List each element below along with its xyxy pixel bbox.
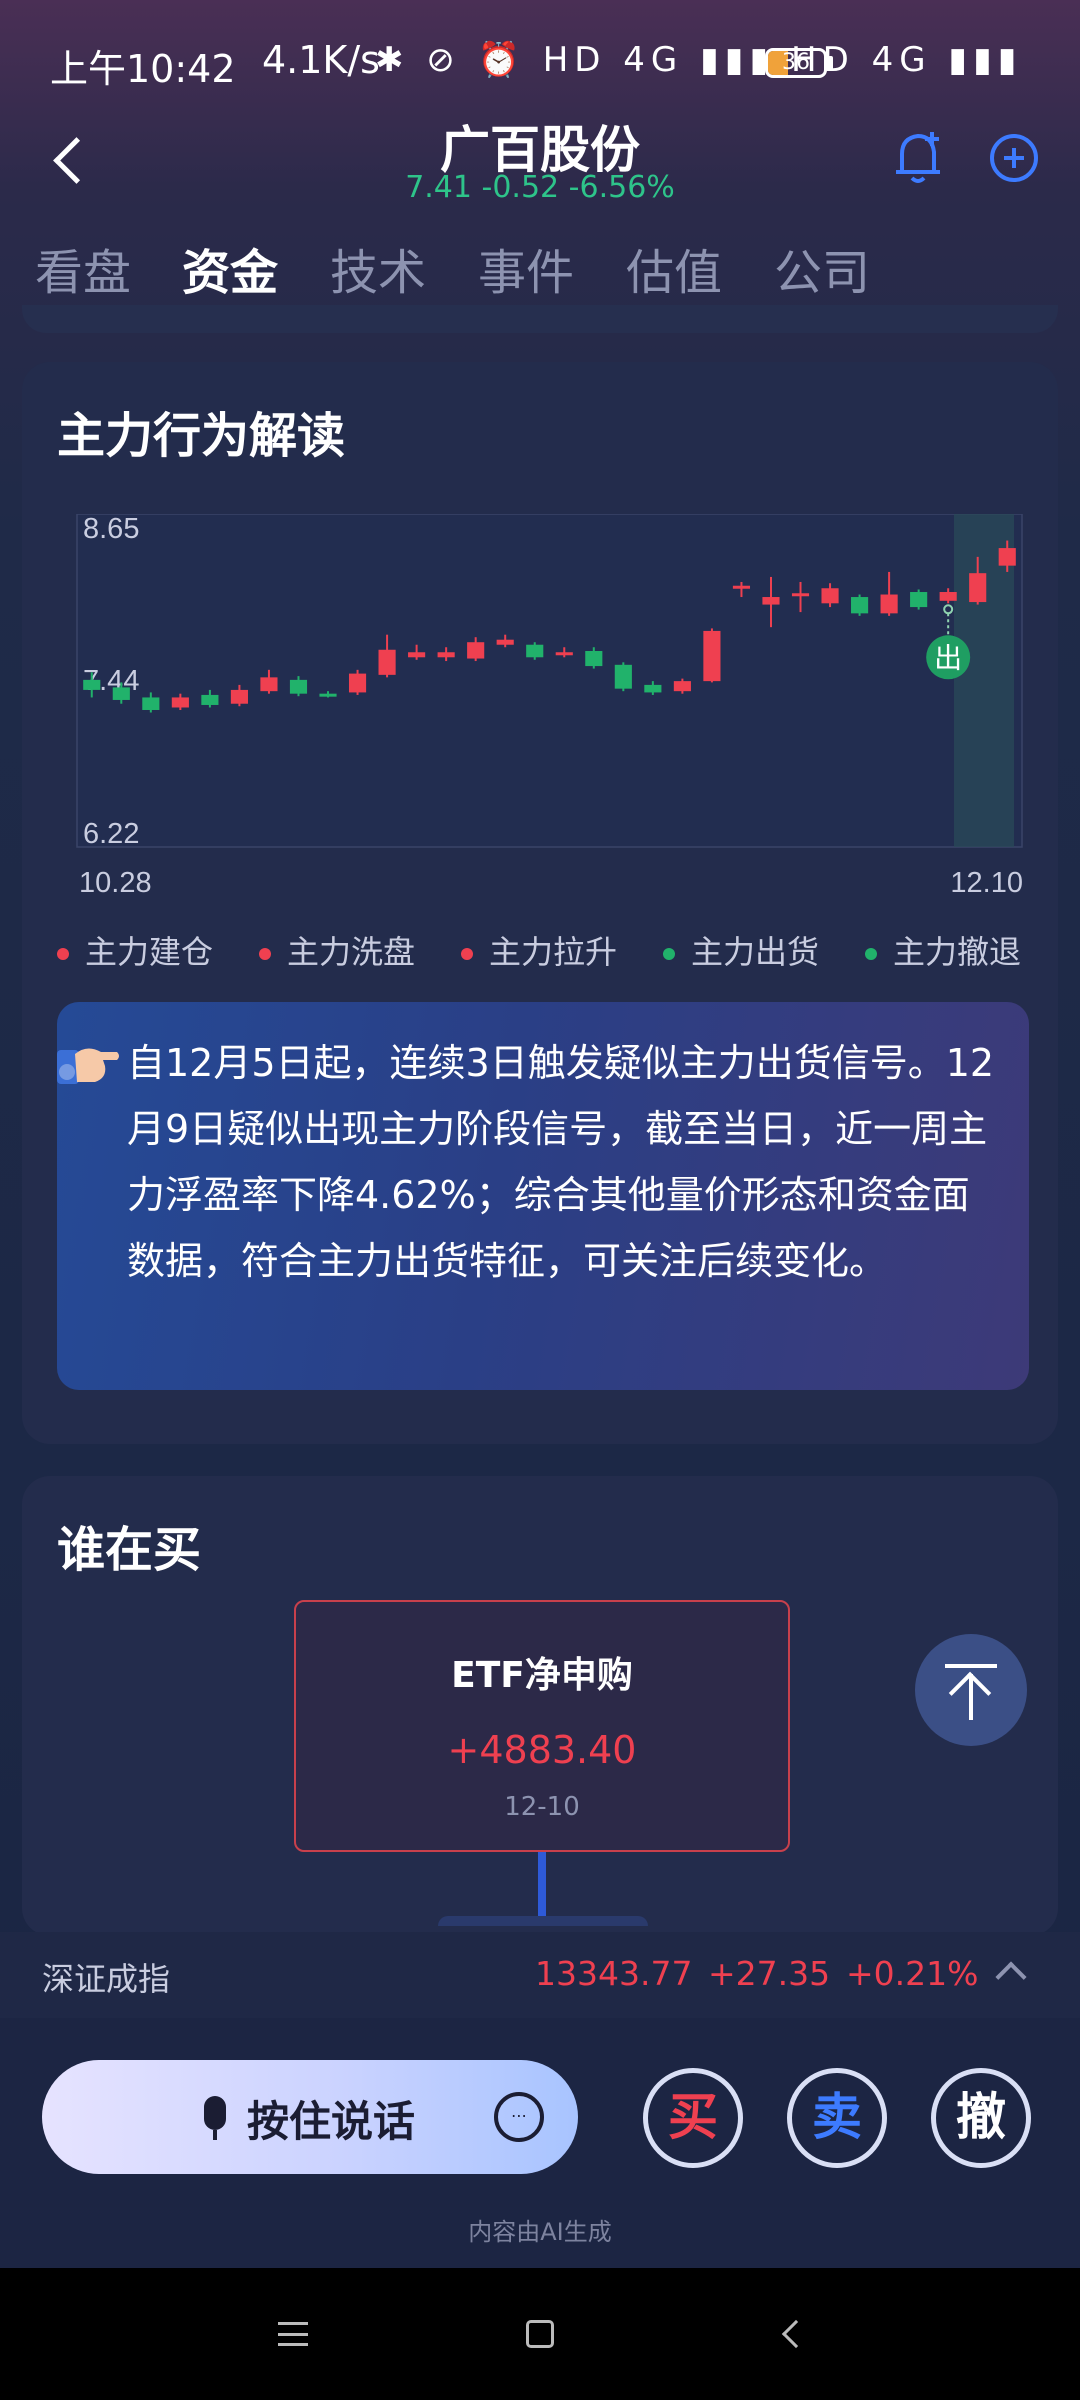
candle-body — [910, 592, 928, 608]
stock-header: 广百股份 7.41 -0.52 -6.56% — [0, 110, 1080, 210]
candle-body — [260, 677, 278, 692]
ai-generated-note: 内容由AI生成 — [468, 2218, 612, 2246]
nav-back-icon[interactable] — [781, 2319, 811, 2349]
tab-guzhi[interactable]: 估值 — [626, 233, 722, 303]
index-change: +27.35 — [708, 1954, 831, 1993]
flow-child-node — [438, 1916, 648, 1926]
scroll-top-button[interactable] — [915, 1634, 1027, 1746]
system-nav-bar — [0, 2268, 1080, 2400]
bottom-action-bar: 按住说话 ⋯ 买 卖 撤 内容由AI生成 — [0, 2018, 1080, 2268]
candle-body — [348, 673, 367, 693]
candle-body — [673, 681, 691, 692]
menu-icon[interactable] — [278, 2322, 308, 2346]
chart-plot-area — [76, 513, 1023, 848]
candle-body — [378, 649, 396, 675]
add-icon[interactable] — [990, 134, 1038, 182]
home-icon[interactable] — [526, 2320, 554, 2348]
sell-button[interactable]: 卖 — [787, 2068, 887, 2168]
buy-button[interactable]: 买 — [643, 2068, 743, 2168]
y-tick-label: 8.65 — [83, 514, 139, 545]
candle-body — [644, 684, 662, 693]
candle-body — [703, 630, 721, 682]
candle-body — [762, 597, 780, 605]
candle-body — [437, 652, 455, 658]
index-value: 13343.77 — [535, 1954, 693, 1993]
who-buys-card: 谁在买 ETF净申购 +4883.40 12-10 — [22, 1476, 1058, 1936]
legend-item: 主力撤退 — [865, 927, 1021, 973]
y-tick-label: 6.22 — [83, 818, 139, 850]
tab-gongsi[interactable]: 公司 — [774, 233, 870, 303]
candle-body — [998, 548, 1016, 566]
candle-body — [496, 639, 514, 645]
main-behavior-card: 主力行为解读 8.65 7.44 6.22 出 10.28 12.10 主力建仓 主… — [22, 362, 1058, 1444]
flow-date: 12-10 — [504, 1792, 580, 1822]
tab-kanpan[interactable]: 看盘 — [35, 233, 131, 303]
chart-legend: 主力建仓 主力洗盘 主力拉升 主力出货 主力撤退 — [57, 927, 1047, 977]
candle-body — [555, 652, 573, 656]
battery-icon: 36 — [765, 48, 827, 78]
candle-body — [83, 679, 101, 690]
battery-tip — [828, 56, 833, 70]
signal-label: 出 — [934, 642, 962, 673]
tab-shijian[interactable]: 事件 — [478, 233, 574, 303]
pointing-hand-icon — [57, 1048, 119, 1084]
microphone-icon — [204, 2096, 226, 2130]
kline-chart[interactable]: 8.65 7.44 6.22 出 10.28 12.10 — [57, 513, 1023, 924]
microphone-stand — [213, 2130, 217, 2140]
candle-body — [408, 652, 426, 658]
candle-body — [880, 594, 898, 614]
candle-body — [467, 642, 485, 659]
candle-body — [614, 664, 632, 689]
voice-label: 按住说话 — [247, 2097, 416, 2146]
previous-card-edge — [22, 305, 1058, 333]
arrow-up-stem — [969, 1674, 973, 1720]
scroll-top-bar — [945, 1664, 997, 1668]
index-name: 深证成指 — [42, 1960, 171, 1998]
x-axis-end-label: 12.10 — [950, 867, 1023, 899]
candle-body — [585, 651, 603, 667]
candle-body — [319, 693, 337, 697]
legend-item: 主力洗盘 — [259, 927, 415, 973]
candle-body — [526, 644, 544, 658]
network-rate: 4.1K/s — [262, 38, 380, 82]
battery-level: 36 — [782, 50, 810, 75]
tab-jishu[interactable]: 技术 — [330, 233, 426, 303]
keyboard-emoji-icon[interactable]: ⋯ — [494, 2092, 544, 2142]
tab-bar: 看盘 资金 技术 事件 估值 公司 — [0, 225, 1080, 316]
insight-text: 自12月5日起，连续3日触发疑似主力出货信号。12月9日疑似出现主力阶段信号，截… — [127, 1041, 995, 1283]
legend-item: 主力拉升 — [461, 927, 617, 973]
candle-body — [230, 689, 248, 704]
candle-body — [791, 593, 810, 597]
status-bar: 上午10:42 4.1K/s ✱ ⊘ ⏰ HD 4G ▮▮▮ HD 4G ▮▮▮… — [0, 0, 1080, 110]
candle-body — [112, 687, 130, 700]
status-indicators: ✱ ⊘ ⏰ HD 4G ▮▮▮ HD 4G ▮▮▮ — [375, 40, 1023, 80]
flow-label: ETF净申购 — [451, 1655, 633, 1696]
insight-panel: 自12月5日起，连续3日触发疑似主力出货信号。12月9日疑似出现主力阶段信号，截… — [57, 1002, 1029, 1390]
flow-value: +4883.40 — [447, 1728, 637, 1772]
candle-body — [732, 585, 751, 589]
card-title: 谁在买 — [57, 1522, 202, 1578]
card-title: 主力行为解读 — [57, 408, 346, 464]
cancel-order-button[interactable]: 撤 — [931, 2068, 1031, 2168]
index-ticker-bar[interactable]: 深证成指 13343.77 +27.35 +0.21% — [0, 1932, 1080, 2018]
x-axis-start-label: 10.28 — [79, 867, 152, 899]
candle-body — [171, 697, 189, 708]
flow-connector — [538, 1852, 546, 1922]
voice-input-button[interactable]: 按住说话 ⋯ — [42, 2060, 578, 2174]
candle-body — [821, 588, 839, 604]
candle-body — [142, 697, 160, 710]
legend-item: 主力出货 — [663, 927, 819, 973]
candle-body — [289, 679, 308, 694]
candle-body — [969, 573, 987, 603]
candle-body — [939, 592, 957, 601]
candle-body — [201, 694, 219, 705]
etf-flow-node[interactable]: ETF净申购 +4883.40 12-10 — [294, 1600, 790, 1852]
bell-plus-icon[interactable] — [892, 128, 948, 186]
chevron-up-icon[interactable] — [995, 1961, 1027, 1993]
index-change-pct: +0.21% — [846, 1954, 979, 1993]
tab-zijin[interactable]: 资金 — [182, 233, 278, 303]
status-time: 上午10:42 — [50, 47, 236, 91]
legend-item: 主力建仓 — [57, 927, 213, 973]
candle-body — [851, 597, 869, 614]
